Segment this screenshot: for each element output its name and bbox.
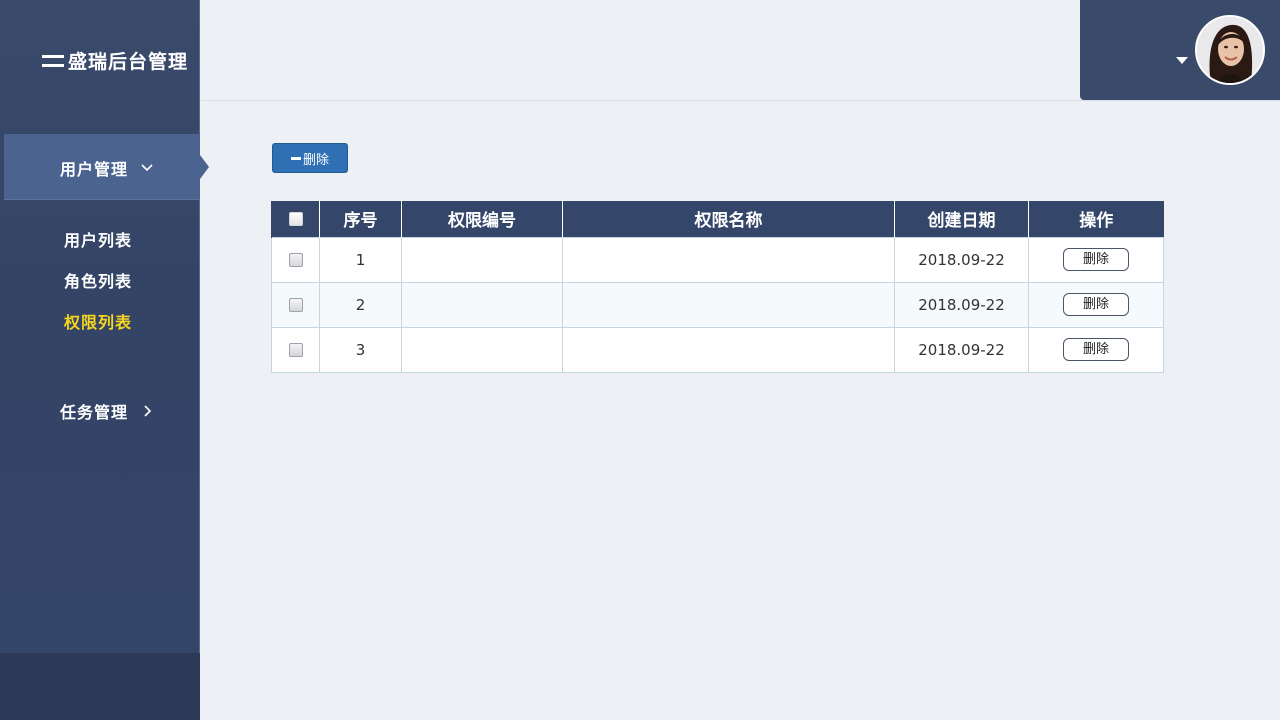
column-header-code: 权限编号 [401, 201, 563, 237]
column-header-name: 权限名称 [562, 201, 895, 237]
menu-icon[interactable] [42, 52, 64, 68]
column-header-index: 序号 [319, 201, 402, 237]
sidebar-footer [0, 653, 200, 720]
row-index: 2 [319, 281, 402, 328]
app-logo: 盛瑞后台管理 [42, 47, 188, 73]
select-all-checkbox[interactable] [288, 211, 303, 226]
permission-table: 序号 权限编号 权限名称 创建日期 操作 1 2018.09-22 删除 2 2… [271, 201, 1164, 373]
user-menu[interactable] [1080, 0, 1280, 100]
row-name [562, 326, 895, 373]
row-checkbox[interactable] [288, 253, 303, 267]
row-delete-button[interactable]: 删除 [1063, 338, 1129, 361]
table-header-row: 序号 权限编号 权限名称 创建日期 操作 [271, 201, 1164, 237]
row-name [562, 236, 895, 283]
chevron-right-icon [144, 405, 152, 417]
avatar-image [1197, 17, 1263, 83]
sidebar: 盛瑞后台管理 用户管理 用户列表 角色列表 权限列表 任务管理 [0, 0, 209, 720]
caret-down-icon[interactable] [1176, 57, 1188, 64]
batch-delete-button[interactable]: 删除 [272, 143, 348, 173]
column-header-action: 操作 [1028, 201, 1164, 237]
row-delete-button[interactable]: 删除 [1063, 293, 1129, 316]
menu-group-task-management[interactable]: 任务管理 [60, 399, 154, 423]
app-title: 盛瑞后台管理 [68, 50, 189, 73]
menu-group-user-management-title[interactable]: 用户管理 [60, 156, 154, 180]
minus-icon [290, 156, 301, 160]
row-date: 2018.09-22 [894, 236, 1029, 283]
sidebar-item-permission-list[interactable]: 权限列表 [64, 309, 132, 333]
table-row: 1 2018.09-22 删除 [271, 236, 1164, 283]
menu-group-label: 任务管理 [60, 403, 129, 422]
column-header-date: 创建日期 [894, 201, 1029, 237]
row-delete-button[interactable]: 删除 [1063, 248, 1129, 271]
row-date: 2018.09-22 [894, 281, 1029, 328]
row-index: 1 [319, 236, 402, 283]
select-all-cell [271, 201, 320, 237]
top-header [201, 0, 1280, 101]
sidebar-item-user-list[interactable]: 用户列表 [64, 227, 132, 251]
row-checkbox[interactable] [288, 343, 303, 357]
table-row: 3 2018.09-22 删除 [271, 326, 1164, 373]
row-index: 3 [319, 326, 402, 373]
menu-group-label: 用户管理 [60, 160, 129, 179]
batch-delete-label: 删除 [302, 152, 329, 168]
row-code [401, 236, 563, 283]
row-date: 2018.09-22 [894, 326, 1029, 373]
sidebar-item-role-list[interactable]: 角色列表 [64, 268, 132, 292]
chevron-down-icon [141, 164, 153, 172]
avatar[interactable] [1195, 15, 1265, 85]
row-checkbox[interactable] [288, 298, 303, 312]
row-code [401, 326, 563, 373]
row-name [562, 281, 895, 328]
table-row: 2 2018.09-22 删除 [271, 281, 1164, 328]
row-code [401, 281, 563, 328]
